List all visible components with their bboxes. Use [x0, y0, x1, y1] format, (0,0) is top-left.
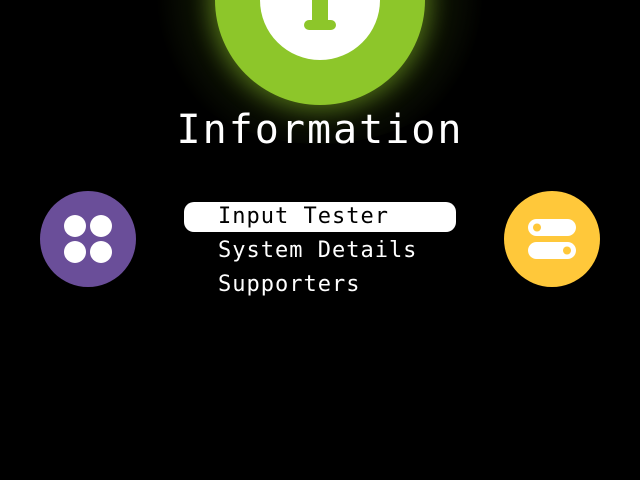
info-menu: Input Tester System Details Supporters: [184, 202, 456, 304]
menu-item-supporters[interactable]: Supporters: [184, 270, 456, 300]
page-title: Information: [176, 107, 464, 153]
menu-item-label: Supporters: [218, 272, 361, 297]
menu-item-label: Input Tester: [218, 204, 389, 229]
menu-item-system-details[interactable]: System Details: [184, 236, 456, 266]
apps-grid-icon[interactable]: [40, 191, 136, 287]
toggles-icon[interactable]: [504, 191, 600, 287]
info-badge: [215, 0, 425, 105]
menu-item-input-tester[interactable]: Input Tester: [184, 202, 456, 232]
menu-item-label: System Details: [218, 238, 418, 263]
info-icon: [260, 0, 380, 60]
